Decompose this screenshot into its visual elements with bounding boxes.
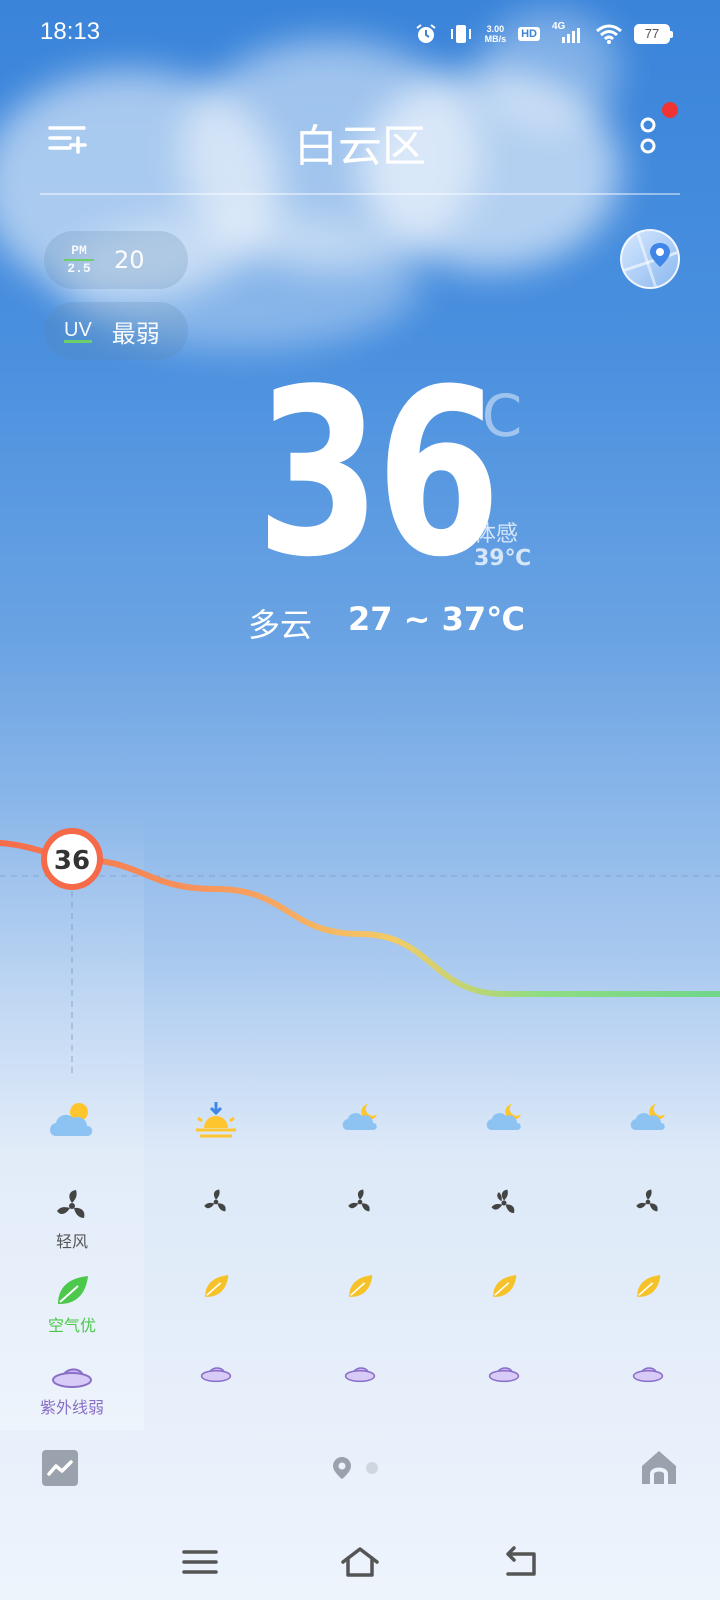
leaf-icon <box>493 1275 517 1297</box>
hourly-weather-row <box>0 1100 720 1180</box>
hourly-uv-cell <box>432 1362 576 1384</box>
cloudy-moon-icon <box>342 1104 377 1130</box>
temperature-range: 27 ~ 37℃ <box>348 600 525 638</box>
signal-icon: 4G <box>552 21 584 45</box>
hourly-air-cell: 空气优 <box>0 1272 144 1336</box>
sunset-icon <box>196 1102 236 1138</box>
hourly-uv-cell <box>144 1362 288 1384</box>
uv-value: 最弱 <box>111 319 160 348</box>
pm25-value: 20 <box>114 246 145 274</box>
hourly-weather-cell <box>288 1100 432 1134</box>
hourly-wind-cell <box>576 1188 720 1216</box>
temperature-curve-line <box>0 840 720 997</box>
wifi-icon <box>596 24 622 44</box>
system-navigation-bar <box>0 1520 720 1600</box>
wind-fan-icon <box>204 1189 226 1212</box>
location-pin-icon <box>333 1457 351 1479</box>
leaf-icon <box>637 1275 661 1297</box>
header-divider <box>40 193 680 195</box>
hourly-air-row: 空气优 <box>0 1272 720 1352</box>
hourly-uv-row: 紫外线弱 <box>0 1362 720 1442</box>
hourly-wind-row: 轻风 <box>0 1188 720 1268</box>
hourly-air-cell <box>432 1272 576 1300</box>
map-pin-icon <box>622 231 678 287</box>
wind-fan-icon <box>491 1189 515 1213</box>
pm25-icon: PM 2.5 <box>64 244 94 276</box>
more-options-icon[interactable] <box>636 112 660 160</box>
current-temp-marker-value: 36 <box>54 846 90 876</box>
hourly-uv-cell: 紫外线弱 <box>0 1362 144 1418</box>
page-indicator <box>332 1456 378 1480</box>
hourly-wind-cell <box>288 1188 432 1216</box>
leaf-icon <box>58 1276 88 1304</box>
back-icon[interactable] <box>500 1544 540 1580</box>
hourly-air-cell <box>288 1272 432 1300</box>
sun-hat-icon <box>632 1367 664 1383</box>
uv-label: UV <box>64 318 92 343</box>
hourly-weather-cell <box>432 1100 576 1134</box>
leaf-icon <box>205 1275 229 1297</box>
status-icons: 3.00 MB/s HD 4G 77 <box>415 20 673 48</box>
home-icon[interactable] <box>640 1448 678 1486</box>
weather-condition: 多云 <box>248 606 313 644</box>
hourly-weather-cell <box>576 1100 720 1134</box>
status-time: 18:13 <box>40 18 101 45</box>
sun-hat-icon <box>344 1367 376 1383</box>
leaf-icon <box>349 1275 373 1297</box>
trend-chart-button[interactable] <box>42 1450 78 1486</box>
hourly-uv-cell <box>288 1362 432 1384</box>
trend-chart-icon <box>47 1460 73 1476</box>
hd-badge: HD <box>518 27 540 41</box>
wind-label: 轻风 <box>55 1232 88 1251</box>
uv-level-label: 紫外线弱 <box>39 1398 104 1417</box>
page-dot <box>366 1462 378 1474</box>
hourly-wind-cell <box>432 1188 576 1218</box>
pm25-label-top: PM <box>71 243 87 258</box>
net-speed-value: 3.00 <box>486 24 505 34</box>
uv-pill[interactable]: UV 最弱 <box>44 302 188 360</box>
net-speed: 3.00 MB/s <box>485 24 507 44</box>
home-nav-icon[interactable] <box>340 1544 380 1580</box>
wind-fan-icon <box>636 1189 658 1212</box>
alarm-icon <box>415 24 436 43</box>
hourly-wind-cell: 轻风 <box>0 1188 144 1252</box>
temperature-unit: ℃ <box>458 382 524 450</box>
map-button[interactable] <box>620 229 680 289</box>
cloudy-moon-icon <box>630 1104 665 1130</box>
cloudy-sun-icon <box>50 1103 93 1136</box>
sun-hat-icon <box>488 1367 520 1383</box>
sun-hat-icon <box>52 1368 92 1388</box>
battery-indicator: 77 <box>634 24 673 44</box>
pm25-label-bottom: 2.5 <box>67 261 91 276</box>
cloudy-moon-icon <box>486 1104 521 1130</box>
net-speed-unit: MB/s <box>484 34 507 44</box>
hourly-weather-cell <box>0 1100 144 1140</box>
pm25-pill[interactable]: PM 2.5 20 <box>44 231 188 289</box>
notification-dot <box>662 102 678 118</box>
hourly-air-cell <box>576 1272 720 1300</box>
feels-like-value: 39℃ <box>474 546 532 571</box>
wind-fan-icon <box>348 1189 370 1212</box>
city-title[interactable]: 白云区 <box>40 110 680 174</box>
hourly-air-cell <box>144 1272 288 1300</box>
top-bar: 白云区 <box>40 96 680 196</box>
hourly-uv-cell <box>576 1362 720 1384</box>
feels-like-label: 体感 <box>474 522 519 547</box>
status-bar: 18:13 3.00 MB/s HD 4G 77 <box>0 0 720 64</box>
hourly-temperature-curve: 36 <box>0 828 720 1075</box>
hourly-wind-cell <box>144 1188 288 1216</box>
menu-icon[interactable] <box>180 1544 220 1580</box>
vibrate-icon <box>450 25 471 43</box>
air-quality-label: 空气优 <box>47 1316 96 1335</box>
wind-fan-icon <box>57 1190 85 1218</box>
sun-hat-icon <box>200 1367 232 1383</box>
hourly-weather-cell <box>144 1100 288 1140</box>
